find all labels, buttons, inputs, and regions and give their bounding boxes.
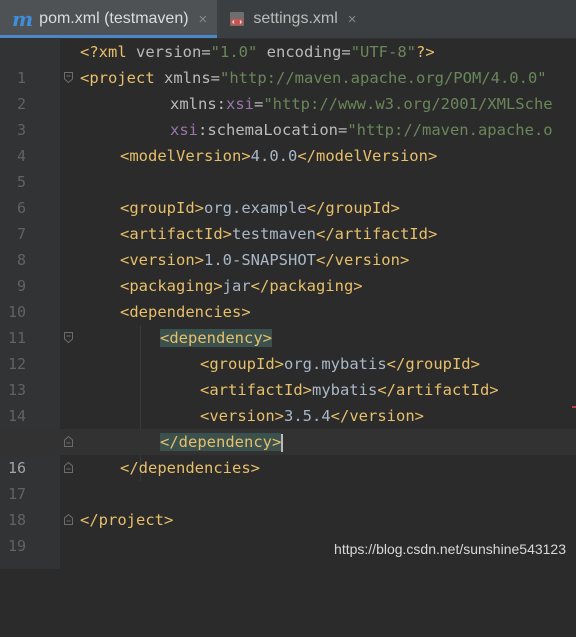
tag-name: dependency bbox=[179, 433, 272, 451]
tag-open: <version> bbox=[200, 407, 284, 425]
tag-close: </dependencies> bbox=[120, 459, 260, 477]
attribute-name: encoding bbox=[257, 43, 341, 61]
code-line: 14 <artifactId>mybatis</artifactId> bbox=[0, 377, 576, 403]
tag-content: org.example bbox=[204, 199, 307, 217]
tag-close: </version> bbox=[331, 407, 424, 425]
tag-open: <dependencies> bbox=[120, 303, 251, 321]
code-line: 1 <?xml version="1.0" encoding="UTF-8"?> bbox=[0, 39, 576, 65]
tag-open: <modelVersion> bbox=[120, 147, 251, 165]
tag-close-open-bracket: </ bbox=[160, 433, 179, 451]
tag-open: <groupId> bbox=[120, 199, 204, 217]
tag-close-bracket: > bbox=[263, 329, 272, 347]
equals-sign: = bbox=[338, 121, 347, 139]
code-line: 3 xmlns:xsi="http://www.w3.org/2001/XMLS… bbox=[0, 91, 576, 117]
code-line: 2 <project xmlns="http://maven.apache.or… bbox=[0, 65, 576, 91]
close-tab-icon[interactable]: × bbox=[348, 11, 357, 28]
tab-settings-xml[interactable]: settings.xml × bbox=[217, 0, 366, 38]
close-tab-icon[interactable]: × bbox=[199, 11, 208, 28]
tag-open: <project bbox=[80, 69, 164, 87]
attribute-value: "http://maven.apache.o bbox=[347, 121, 552, 139]
tag-content: 3.5.4 bbox=[284, 407, 331, 425]
fold-open-icon[interactable] bbox=[64, 72, 73, 83]
tab-label: pom.xml (testmaven) bbox=[39, 10, 188, 28]
text-caret bbox=[281, 434, 283, 452]
settings-xml-icon bbox=[229, 11, 245, 27]
maven-m-icon: m bbox=[12, 9, 33, 29]
attribute-value: "1.0" bbox=[211, 43, 258, 61]
tab-label: settings.xml bbox=[253, 10, 337, 28]
tag-name: dependency bbox=[169, 329, 262, 347]
code-line: 7 <groupId>org.example</groupId> bbox=[0, 195, 576, 221]
code-editor[interactable]: 1 <?xml version="1.0" encoding="UTF-8"?>… bbox=[0, 39, 576, 569]
code-line: 10 <packaging>jar</packaging> bbox=[0, 273, 576, 299]
tag-open: <artifactId> bbox=[200, 381, 312, 399]
attribute-value: "http://maven.apache.org/POM/4.0.0" bbox=[220, 69, 547, 87]
code-line: 11 <dependencies> bbox=[0, 299, 576, 325]
line-number: 19 bbox=[0, 533, 26, 559]
code-line: 6 bbox=[0, 169, 576, 195]
tag-open: <packaging> bbox=[120, 277, 223, 295]
tag-close: </artifactId> bbox=[316, 225, 437, 243]
code-line: 19 </project> bbox=[0, 507, 576, 533]
tag-close: </packaging> bbox=[251, 277, 363, 295]
fold-open-icon[interactable] bbox=[64, 332, 73, 343]
namespace-prefix: xsi bbox=[226, 95, 254, 113]
fold-close-icon[interactable] bbox=[64, 514, 73, 525]
tag-close: </groupId> bbox=[387, 355, 480, 373]
code-line: 18 bbox=[0, 481, 576, 507]
equals-sign: = bbox=[211, 69, 220, 87]
tag-close: </modelVersion> bbox=[297, 147, 437, 165]
tag-close: </version> bbox=[316, 251, 409, 269]
attribute-value: "http://www.w3.org/2001/XMLSche bbox=[263, 95, 552, 113]
tag-open-bracket: < bbox=[160, 329, 169, 347]
code-line: 15 <version>3.5.4</version> bbox=[0, 403, 576, 429]
tag-close: </project> bbox=[80, 511, 173, 529]
tag-content: mybatis bbox=[312, 381, 377, 399]
code-line: 4 xsi:schemaLocation="http://maven.apach… bbox=[0, 117, 576, 143]
equals-sign: = bbox=[341, 43, 350, 61]
equals-sign: = bbox=[254, 95, 263, 113]
xml-declaration-close: ?> bbox=[416, 43, 435, 61]
attribute-name: xmlns: bbox=[170, 95, 226, 113]
code-line: 13 <groupId>org.mybatis</groupId> bbox=[0, 351, 576, 377]
code-line: 9 <version>1.0-SNAPSHOT</version> bbox=[0, 247, 576, 273]
tag-close: </artifactId> bbox=[377, 381, 498, 399]
watermark: https://blog.csdn.net/sunshine543123 bbox=[334, 541, 566, 557]
tab-pom-xml[interactable]: m pom.xml (testmaven) × bbox=[0, 0, 217, 38]
attribute-value: "UTF-8" bbox=[351, 43, 416, 61]
editor-tab-bar: m pom.xml (testmaven) × settings.xml × bbox=[0, 0, 576, 39]
tag-content: 4.0.0 bbox=[251, 147, 298, 165]
equals-sign: = bbox=[201, 43, 210, 61]
error-stripe-mark[interactable] bbox=[572, 406, 576, 408]
tag-content: org.mybatis bbox=[284, 355, 387, 373]
tag-close: </groupId> bbox=[307, 199, 400, 217]
code-line: 12 <dependency> bbox=[0, 325, 576, 351]
tag-content: jar bbox=[223, 277, 251, 295]
xml-declaration-open: <?xml bbox=[80, 43, 136, 61]
code-line: 17 </dependencies> bbox=[0, 455, 576, 481]
attribute-name: :schemaLocation bbox=[198, 121, 338, 139]
tag-open: <groupId> bbox=[200, 355, 284, 373]
tag-content: testmaven bbox=[232, 225, 316, 243]
fold-close-icon[interactable] bbox=[64, 436, 73, 447]
current-code-line: 16 </dependency> bbox=[0, 429, 576, 455]
tag-open: <artifactId> bbox=[120, 225, 232, 243]
namespace-prefix: xsi bbox=[170, 121, 198, 139]
tag-open: <version> bbox=[120, 251, 204, 269]
tag-close-bracket: > bbox=[272, 433, 281, 451]
code-line: 5 <modelVersion>4.0.0</modelVersion> bbox=[0, 143, 576, 169]
attribute-name: xmlns bbox=[164, 69, 211, 87]
attribute-name: version bbox=[136, 43, 201, 61]
tag-content: 1.0-SNAPSHOT bbox=[204, 251, 316, 269]
fold-close-icon[interactable] bbox=[64, 462, 73, 473]
code-line: 8 <artifactId>testmaven</artifactId> bbox=[0, 221, 576, 247]
